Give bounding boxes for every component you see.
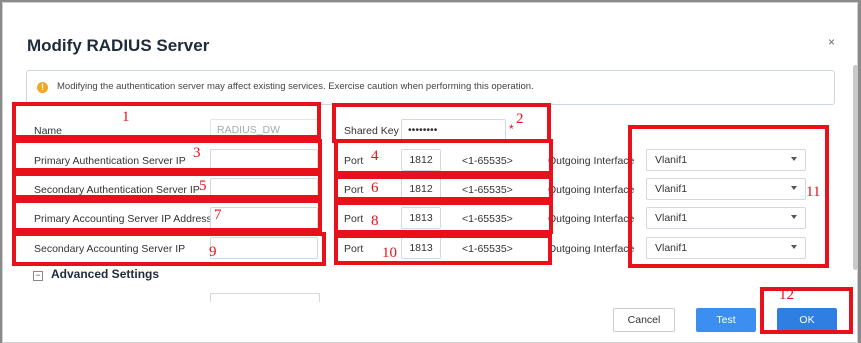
annotation-box-10	[334, 234, 552, 265]
annotation-box-8	[334, 201, 553, 234]
annotation-number-9: 9	[209, 244, 217, 260]
partially-hidden-field	[210, 293, 320, 302]
annotation-box-9	[12, 232, 326, 266]
annotation-number-6: 6	[371, 180, 379, 196]
warning-circle-icon: !	[37, 82, 48, 93]
outgoing-interface-label: Outgoing Interface	[548, 213, 635, 225]
annotation-number-8: 8	[371, 213, 379, 229]
advanced-settings-label[interactable]: Advanced Settings	[51, 267, 159, 281]
annotation-number-5: 5	[199, 178, 207, 194]
annotation-number-11: 11	[806, 184, 821, 200]
annotation-number-4: 4	[371, 148, 379, 164]
annotation-number-3: 3	[193, 145, 201, 161]
outgoing-interface-label: Outgoing Interface	[548, 184, 635, 196]
annotation-number-1: 1	[122, 109, 130, 125]
annotation-box-11	[628, 125, 829, 268]
collapse-icon[interactable]: −	[33, 271, 43, 281]
annotation-box-6	[334, 175, 553, 201]
annotation-box-7	[12, 199, 322, 232]
annotation-box-1	[12, 102, 321, 139]
outgoing-interface-label: Outgoing Interface	[548, 243, 635, 255]
warning-banner: ! Modifying the authentication server ma…	[26, 70, 835, 105]
cancel-button[interactable]: Cancel	[613, 308, 675, 332]
outgoing-interface-label: Outgoing Interface	[548, 155, 635, 167]
test-button[interactable]: Test	[696, 308, 756, 332]
annotation-box-12	[760, 287, 853, 334]
vertical-scrollbar[interactable]	[853, 65, 858, 270]
close-icon[interactable]: ×	[828, 35, 835, 49]
dialog-title: Modify RADIUS Server	[27, 36, 210, 55]
annotation-number-12: 12	[779, 287, 794, 303]
annotation-box-3	[12, 139, 322, 172]
annotation-box-4	[334, 139, 553, 175]
warning-text: Modifying the authentication server may …	[57, 81, 534, 92]
annotation-number-7: 7	[214, 207, 222, 223]
annotation-number-10: 10	[382, 245, 397, 261]
annotation-box-5	[12, 172, 322, 199]
annotation-number-2: 2	[516, 111, 524, 127]
